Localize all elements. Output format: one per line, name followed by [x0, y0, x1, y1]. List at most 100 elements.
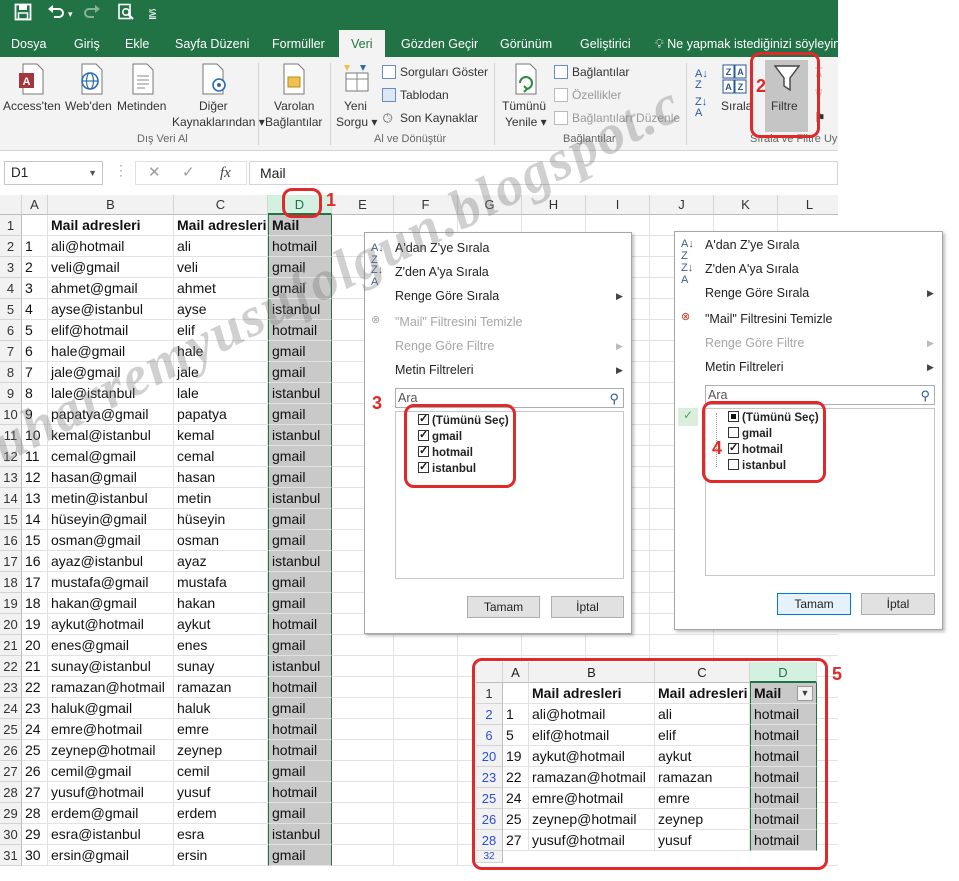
filter-search-input[interactable]: Ara ⚲	[705, 385, 935, 405]
grid-cell[interactable]: elif	[655, 725, 750, 746]
checkbox-icon[interactable]	[728, 441, 739, 454]
column-header[interactable]: B	[48, 195, 174, 215]
row-header[interactable]: 29	[0, 803, 22, 824]
grid-cell[interactable]: 14	[22, 509, 48, 530]
row-header[interactable]: 27	[0, 761, 22, 782]
grid-cell[interactable]	[332, 761, 394, 782]
grid-cell[interactable]	[650, 635, 714, 656]
grid-cell[interactable]: ramazan@hotmail	[529, 767, 655, 788]
grid-cell[interactable]: 25	[22, 740, 48, 761]
grid-cell[interactable]: papatya	[174, 404, 268, 425]
grid-cell[interactable]	[332, 782, 394, 803]
menu-sort-by-color[interactable]: Renge Göre Sırala	[705, 286, 809, 300]
row-header[interactable]: 32	[476, 851, 503, 863]
column-header[interactable]: A	[22, 195, 48, 215]
tab-file[interactable]: Dosya	[11, 30, 46, 57]
grid-cell[interactable]: 5	[22, 320, 48, 341]
grid-cell[interactable]: papatya@gmail	[48, 404, 174, 425]
filter-item-select-all[interactable]: (Tümünü Seç)	[728, 411, 819, 424]
column-header[interactable]: E	[332, 195, 394, 215]
grid-cell[interactable]: sunay	[174, 656, 268, 677]
grid-cell[interactable]	[503, 683, 529, 704]
grid-cell[interactable]	[332, 824, 394, 845]
grid-cell[interactable]: hale@gmail	[48, 341, 174, 362]
grid-cell[interactable]: cemal	[174, 446, 268, 467]
grid-cell[interactable]: hale	[174, 341, 268, 362]
name-box[interactable]: D1 ▼	[4, 161, 103, 185]
row-header[interactable]: 23	[0, 677, 22, 698]
grid-cell[interactable]: hotmail	[750, 725, 817, 746]
grid-cell[interactable]: hüseyin@gmail	[48, 509, 174, 530]
row-header[interactable]: 1	[476, 683, 503, 704]
column-header[interactable]: F	[394, 195, 458, 215]
checkbox-icon[interactable]	[418, 444, 429, 457]
grid-cell[interactable]: 20	[22, 635, 48, 656]
grid-cell[interactable]: hotmail	[750, 746, 817, 767]
grid-cell[interactable]: hotmail	[750, 767, 817, 788]
grid-cell[interactable]: gmail	[268, 593, 332, 614]
row-header[interactable]: 25	[476, 788, 503, 809]
grid-cell[interactable]: 21	[22, 656, 48, 677]
grid-cell[interactable]: aykut@hotmail	[529, 746, 655, 767]
menu-text-filters[interactable]: Metin Filtreleri	[395, 363, 474, 377]
grid-cell[interactable]: 24	[503, 788, 529, 809]
from-text-button[interactable]: Metinden	[117, 98, 166, 114]
grid-cell[interactable]	[22, 215, 48, 236]
grid-cell[interactable]	[394, 656, 458, 677]
from-web-button[interactable]: Web'den	[65, 98, 112, 114]
grid-cell[interactable]: hotmail	[268, 236, 332, 257]
grid-cell[interactable]: elif@hotmail	[529, 725, 655, 746]
row-header[interactable]: 11	[0, 425, 22, 446]
grid-cell[interactable]: ayaz@istanbul	[48, 551, 174, 572]
filter-item-hotmail[interactable]: hotmail	[418, 444, 473, 459]
grid-cell[interactable]: Mail	[268, 215, 332, 236]
grid-cell[interactable]: 11	[22, 446, 48, 467]
grid-cell[interactable]	[332, 677, 394, 698]
row-header[interactable]: 9	[0, 383, 22, 404]
filter-search-input[interactable]: Ara ⚲	[395, 388, 624, 408]
grid-cell[interactable]: yusuf	[655, 830, 750, 851]
select-all-corner[interactable]	[476, 662, 503, 683]
grid-cell[interactable]	[714, 635, 778, 656]
grid-cell[interactable]: jale@gmail	[48, 362, 174, 383]
grid-cell[interactable]	[394, 698, 458, 719]
row-header[interactable]: 28	[476, 830, 503, 851]
column-header[interactable]: B	[529, 662, 655, 683]
grid-cell[interactable]: 3	[22, 278, 48, 299]
filter-item-select-all[interactable]: (Tümünü Seç)	[418, 412, 509, 427]
row-header[interactable]: 30	[0, 824, 22, 845]
grid-cell[interactable]: elif@hotmail	[48, 320, 174, 341]
grid-cell[interactable]: emre	[655, 788, 750, 809]
grid-cell[interactable]: sunay@istanbul	[48, 656, 174, 677]
grid-cell[interactable]	[394, 761, 458, 782]
checkbox-icon[interactable]	[418, 412, 429, 425]
grid-cell[interactable]: elif	[174, 320, 268, 341]
customize-qat-icon[interactable]: ⪠	[148, 3, 157, 25]
grid-cell[interactable]: esra	[174, 824, 268, 845]
menu-sort-by-color[interactable]: Renge Göre Sırala	[395, 289, 499, 303]
grid-cell[interactable]: Mail adresleri	[174, 215, 268, 236]
grid-cell[interactable]: hotmail	[268, 614, 332, 635]
grid-cell[interactable]: 6	[22, 341, 48, 362]
grid-cell[interactable]: gmail	[268, 404, 332, 425]
grid-cell[interactable]	[586, 635, 650, 656]
column-header[interactable]: I	[586, 195, 650, 215]
show-queries-button[interactable]: Sorguları Göster	[400, 64, 488, 80]
row-header[interactable]: 28	[0, 782, 22, 803]
column-header[interactable]: L	[778, 195, 838, 215]
grid-cell[interactable]: gmail	[268, 257, 332, 278]
column-header-selected[interactable]: D	[750, 662, 817, 683]
grid-cell[interactable]: gmail	[268, 803, 332, 824]
row-header[interactable]: 12	[0, 446, 22, 467]
grid-cell[interactable]	[394, 677, 458, 698]
grid-cell[interactable]: 5	[503, 725, 529, 746]
grid-cell[interactable]: hotmail	[750, 830, 817, 851]
grid-cell[interactable]	[394, 635, 458, 656]
grid-cell[interactable]: 1	[22, 236, 48, 257]
column-header[interactable]: K	[714, 195, 778, 215]
tab-formulas[interactable]: Formüller	[272, 30, 325, 57]
grid-cell[interactable]: gmail	[268, 635, 332, 656]
grid-cell[interactable]: gmail	[268, 509, 332, 530]
existing-connections-label-1[interactable]: Varolan	[274, 98, 314, 114]
row-header[interactable]: 26	[0, 740, 22, 761]
